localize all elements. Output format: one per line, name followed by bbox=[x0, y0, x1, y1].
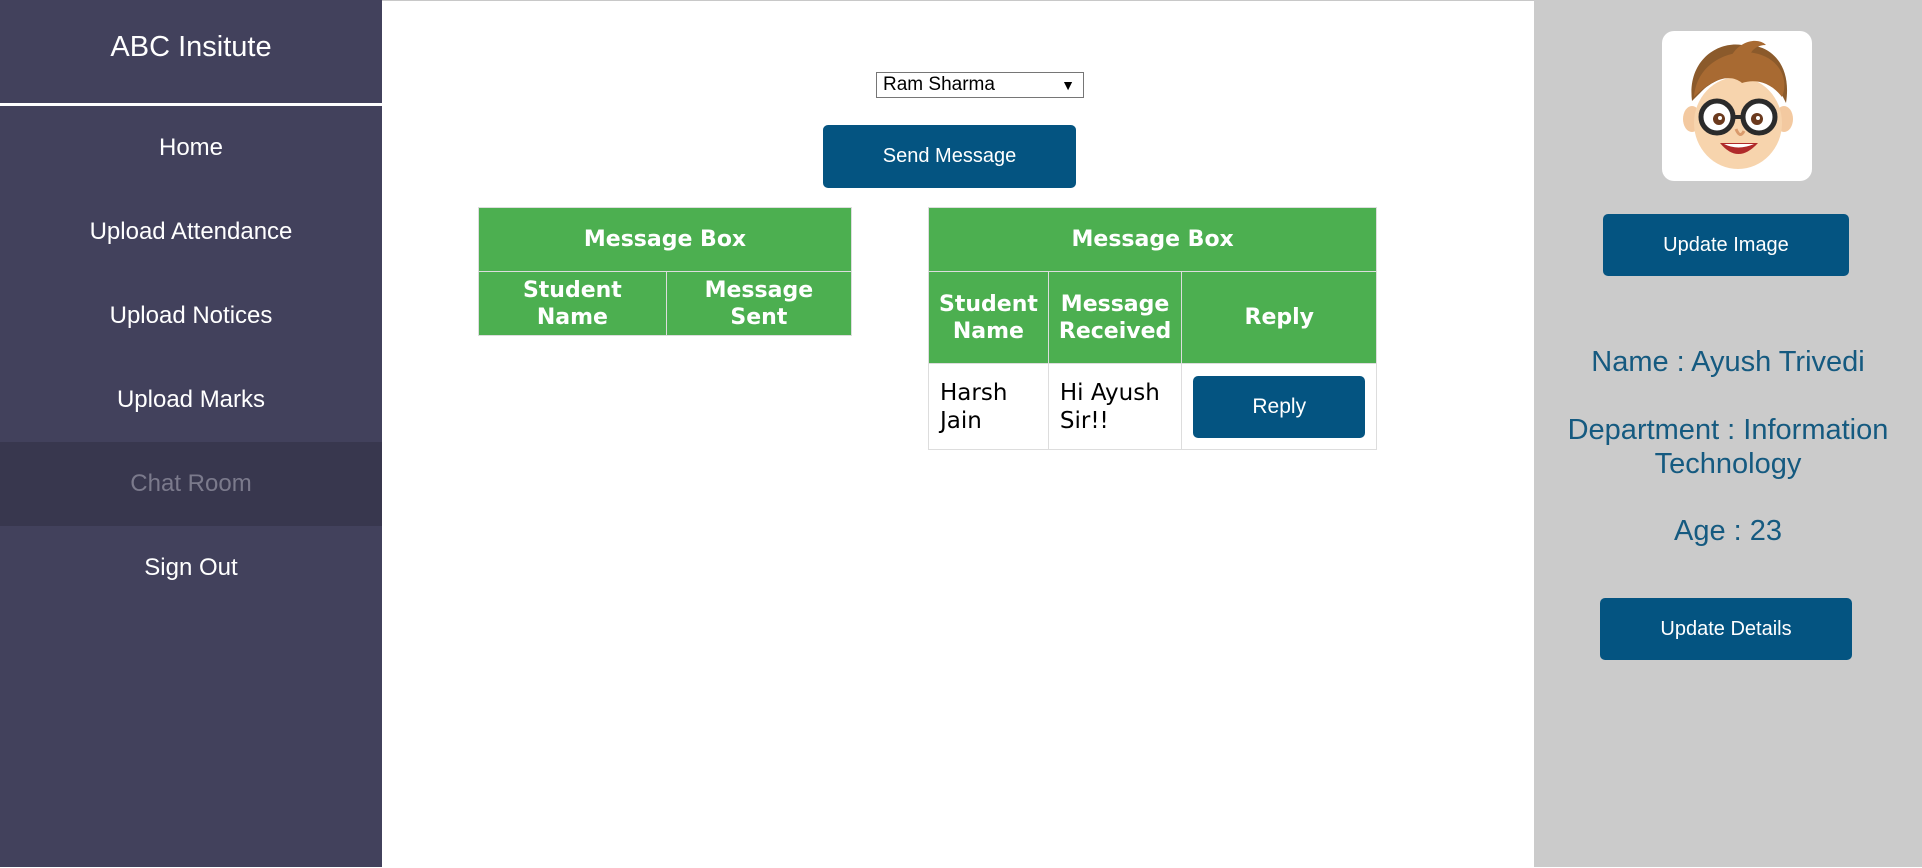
profile-age: Age : 23 bbox=[1673, 515, 1783, 547]
sidebar-item-home[interactable]: Home bbox=[0, 106, 382, 190]
sent-table-title: Message Box bbox=[478, 207, 852, 272]
received-table-header-reply: Reply bbox=[1181, 271, 1378, 364]
dropdown-arrow-icon: ▼ bbox=[1061, 77, 1075, 93]
main-content: Ram Sharma ▼ Send Message Message Box St… bbox=[382, 0, 1534, 868]
profile-name: Name : Ayush Trivedi bbox=[1591, 346, 1865, 378]
row-message-received: Hi Ayush Sir!! bbox=[1047, 363, 1183, 450]
reply-button[interactable]: Reply bbox=[1193, 375, 1366, 438]
sent-messages-table: Message Box Student Name Message Sent bbox=[478, 207, 853, 336]
received-messages-table: Message Box Student Name Message Receive… bbox=[927, 207, 1378, 450]
received-table-header-student-name: Student Name bbox=[928, 271, 1049, 364]
sidebar-item-upload-attendance[interactable]: Upload Attendance bbox=[0, 190, 382, 274]
recipient-select-value: Ram Sharma bbox=[883, 74, 995, 95]
send-message-button[interactable]: Send Message bbox=[823, 125, 1076, 188]
profile-department: Department : Information Technology bbox=[1567, 414, 1889, 480]
sent-table-header-student-name: Student Name bbox=[478, 271, 667, 336]
sidebar-item-upload-notices[interactable]: Upload Notices bbox=[0, 274, 382, 358]
sidebar-item-upload-marks[interactable]: Upload Marks bbox=[0, 358, 382, 442]
received-table-title: Message Box bbox=[927, 207, 1378, 272]
recipient-select[interactable]: Ram Sharma ▼ bbox=[876, 72, 1084, 98]
profile-panel: Update Image Name : Ayush Trivedi Depart… bbox=[1534, 0, 1922, 867]
brand-title: ABC Insitute bbox=[0, 0, 382, 106]
update-details-button[interactable]: Update Details bbox=[1600, 598, 1852, 660]
update-image-button[interactable]: Update Image bbox=[1603, 214, 1849, 276]
received-table-header-message-received: Message Received bbox=[1047, 271, 1183, 364]
table-row: Harsh Jain Hi Ayush Sir!! Reply bbox=[928, 363, 1378, 450]
row-reply-cell: Reply bbox=[1181, 363, 1378, 450]
avatar-icon bbox=[1662, 31, 1812, 181]
sent-table-header-message-sent: Message Sent bbox=[665, 271, 853, 336]
sidebar: ABC Insitute Home Upload Attendance Uplo… bbox=[0, 0, 382, 867]
sidebar-item-chat-room[interactable]: Chat Room bbox=[0, 442, 382, 526]
sidebar-item-sign-out[interactable]: Sign Out bbox=[0, 526, 382, 610]
row-student-name: Harsh Jain bbox=[928, 363, 1049, 450]
